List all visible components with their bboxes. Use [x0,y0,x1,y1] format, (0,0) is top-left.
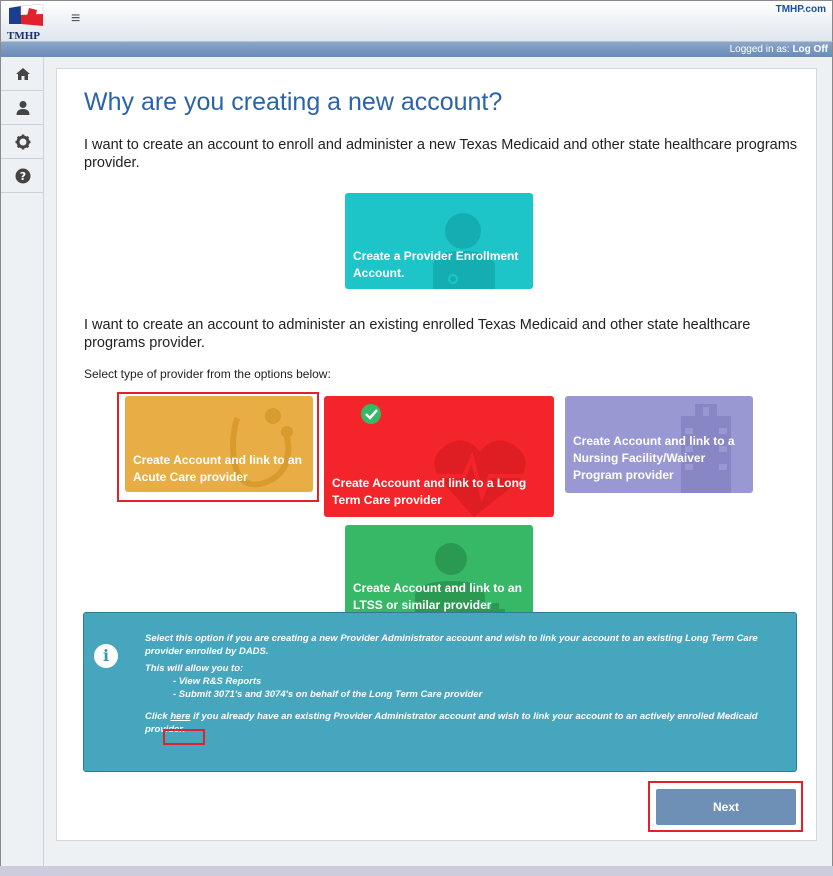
info-bullet-submit: - Submit 3071's and 3074's on behalf of … [173,689,483,700]
info-icon: i [94,644,118,668]
nursing-facility-tile[interactable]: Create Account and link to a Nursing Fac… [565,396,753,493]
click-prefix: Click [145,711,171,722]
footer-bar [0,866,833,876]
sidebar: ? [0,57,45,876]
intro-existing-provider: I want to create an account to administe… [84,317,751,351]
info-text: Select this option if you are creating a… [145,632,785,740]
logged-in-label: Logged in as: [729,44,790,55]
acute-care-highlight [117,392,319,502]
texas-flag-logo-icon [9,3,44,26]
svg-text:?: ? [20,170,26,183]
info-bullet-reports: - View R&S Reports [173,676,262,687]
nursing-facility-label: Create Account and link to a Nursing Fac… [573,434,735,482]
select-provider-prompt: Select type of provider from the options… [84,367,331,381]
home-icon[interactable] [1,57,45,91]
logo-text: TMHP [7,30,40,42]
help-icon[interactable]: ? [1,159,45,193]
gear-icon[interactable] [1,125,45,159]
status-bar: Logged in as: Log Off [0,42,833,57]
tmhp-site-link[interactable]: TMHP.com [776,4,826,15]
long-term-care-label: Create Account and link to a Long Term C… [332,476,527,507]
here-link[interactable]: here [170,711,190,722]
page-title: Why are you creating a new account? [84,88,503,116]
provider-enrollment-label: Create a Provider Enrollment Account. [353,249,519,280]
next-button-highlight [648,781,803,832]
ltss-label: Create Account and link to an LTSS or si… [353,581,522,612]
here-link-highlight [163,729,205,745]
long-term-care-tile[interactable]: Create Account and link to a Long Term C… [324,396,554,517]
info-click-here-line: Click here if you already have an existi… [145,710,785,736]
tmhp-logo[interactable]: TMHP [7,3,47,42]
provider-enrollment-tile[interactable]: Create a Provider Enrollment Account. [345,193,533,289]
logoff-link[interactable]: Log Off [792,44,828,55]
hamburger-menu-icon[interactable]: ≡ [71,10,80,28]
info-allow-heading: This will allow you to: [145,663,244,674]
info-box: i Select this option if you are creating… [83,612,797,772]
click-suffix: if you already have an existing Provider… [145,711,758,735]
info-description: Select this option if you are creating a… [145,633,758,657]
user-icon[interactable] [1,91,45,125]
intro-new-provider: I want to create an account to enroll an… [84,137,798,171]
top-header: TMHP ≡ TMHP.com [0,0,833,42]
login-status: Logged in as: Log Off [730,44,828,55]
ltss-tile[interactable]: Create Account and link to an LTSS or si… [345,525,533,621]
